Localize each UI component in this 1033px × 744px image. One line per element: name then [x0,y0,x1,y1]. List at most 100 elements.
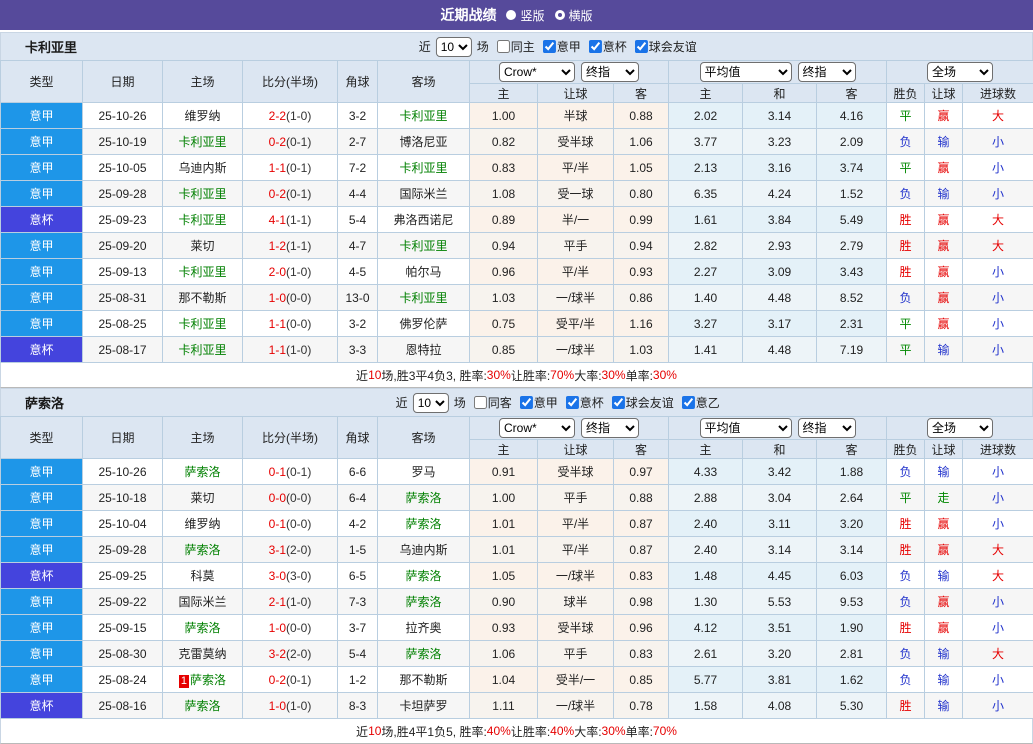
scope-select[interactable]: 全场 [927,418,993,438]
match-date: 25-10-04 [83,511,163,537]
home-team-cell: 卡利亚里 [163,207,243,233]
fulltime-score: 1-2 [269,239,286,253]
avg-away-value: 8.52 [817,285,887,311]
filter-label: 意乙 [696,394,720,411]
halftime-score: (0-0) [286,317,311,331]
avg-stage-select[interactable]: 终指 [798,418,856,438]
halftime-score: (0-1) [286,465,311,479]
avg-home-value: 2.82 [669,233,743,259]
home-team-cell: 萨索洛 [163,615,243,641]
result-goals: 小 [963,459,1033,485]
filter-option[interactable]: 意乙 [676,394,720,411]
odds-away-value: 0.97 [614,459,669,485]
filter-checkbox[interactable] [635,40,648,53]
corner-score: 4-2 [338,511,378,537]
avg-away-value: 3.20 [817,511,887,537]
summary-segment: 近 [356,723,368,740]
avg-away-value: 3.14 [817,537,887,563]
away-team-name: 博洛尼亚 [399,135,447,149]
league-badge: 意杯 [1,337,83,363]
odds-handicap-value: 球半 [538,589,614,615]
layout-horizontal-option[interactable]: 横版 [555,7,593,24]
away-team-name: 乌迪内斯 [399,543,447,557]
filter-option[interactable]: 意杯 [583,38,627,55]
result-goals: 大 [963,641,1033,667]
filter-checkbox[interactable] [682,396,695,409]
near-label: 近 [419,38,431,55]
summary-segment: 30% [487,368,511,382]
recent-count-select[interactable]: 10 [413,393,449,413]
result-handicap: 输 [925,129,963,155]
odds-away-value: 0.96 [614,615,669,641]
odds-away-value: 0.99 [614,207,669,233]
halftime-score: (1-0) [286,699,311,713]
avg-type-select[interactable]: 平均值 [700,418,792,438]
match-date: 25-10-26 [83,103,163,129]
column-header-corner: 角球 [338,417,378,459]
avg-home-value: 1.41 [669,337,743,363]
filter-option[interactable]: 意甲 [537,38,581,55]
match-score: 1-1(0-1) [243,155,338,181]
filter-checkbox[interactable] [520,396,533,409]
column-header-odds-handicap: 让球 [538,440,614,459]
odds-company-select[interactable]: Crow* [499,418,575,438]
layout-vertical-option[interactable]: 竖版 [506,7,544,24]
avg-stage-select[interactable]: 终指 [798,62,856,82]
topbar: 近期战绩 竖版 横版 [0,0,1033,30]
filter-label: 意杯 [603,38,627,55]
odds-company-select[interactable]: Crow* [499,62,575,82]
home-team-name: 萨索洛 [190,673,226,687]
result-winlose: 负 [887,667,925,693]
match-date: 25-10-18 [83,485,163,511]
page-title: 近期战绩 [440,5,496,25]
home-team-name: 维罗纳 [184,109,220,123]
avg-away-value: 2.81 [817,641,887,667]
column-header-odds-away: 客 [614,84,669,103]
result-handicap: 赢 [925,103,963,129]
away-team-name: 卡利亚里 [399,161,447,175]
column-header-result-wl: 胜负 [887,84,925,103]
corner-score: 7-2 [338,155,378,181]
filter-option[interactable]: 意甲 [514,394,558,411]
result-handicap: 赢 [925,615,963,641]
column-header-result-goals: 进球数 [963,440,1033,459]
summary-segment: 让胜率: [511,723,550,740]
recent-results-panel: 近期战绩 竖版 横版 卡利亚里 近10场同主意甲意杯球会友谊 类型日期主场比分(… [0,0,1033,744]
avg-away-value: 1.90 [817,615,887,641]
filter-checkbox[interactable] [543,40,556,53]
corner-score: 6-5 [338,563,378,589]
odds-stage-select[interactable]: 终指 [581,62,639,82]
match-date: 25-08-25 [83,311,163,337]
avg-home-value: 2.02 [669,103,743,129]
record-summary: 近10场,胜4平1负5, 胜率:40% 让胜率:40% 大率:30% 单率:70… [0,719,1033,744]
scope-select[interactable]: 全场 [927,62,993,82]
filter-option[interactable]: 同主 [491,38,535,55]
filter-option[interactable]: 球会友谊 [606,394,674,411]
filter-checkbox[interactable] [474,396,487,409]
result-handicap: 走 [925,485,963,511]
rank-badge: 1 [179,675,189,688]
avg-draw-value: 3.09 [743,259,817,285]
filter-option[interactable]: 意杯 [560,394,604,411]
filter-option[interactable]: 球会友谊 [629,38,697,55]
odds-home-value: 0.75 [470,311,538,337]
avg-type-select[interactable]: 平均值 [700,62,792,82]
avg-home-value: 3.77 [669,129,743,155]
home-team-cell: 卡利亚里 [163,259,243,285]
table-header-selects-row: 类型日期主场比分(半场)角球客场Crow*终指平均值终指全场 [1,61,1033,84]
odds-handicap-value: 平/半 [538,155,614,181]
match-row: 意甲25-08-30克雷莫纳3-2(2-0)5-4萨索洛1.06平手0.832.… [1,641,1033,667]
recent-count-select[interactable]: 10 [436,37,472,57]
filter-option[interactable]: 同客 [468,394,512,411]
filter-checkbox[interactable] [612,396,625,409]
filter-checkbox[interactable] [497,40,510,53]
odds-stage-select[interactable]: 终指 [581,418,639,438]
filter-checkbox[interactable] [566,396,579,409]
filter-checkbox[interactable] [589,40,602,53]
avg-draw-value: 2.93 [743,233,817,259]
result-handicap: 赢 [925,259,963,285]
avg-home-value: 2.13 [669,155,743,181]
avg-away-value: 3.43 [817,259,887,285]
match-date: 25-09-23 [83,207,163,233]
summary-segment: 10 [368,724,381,738]
